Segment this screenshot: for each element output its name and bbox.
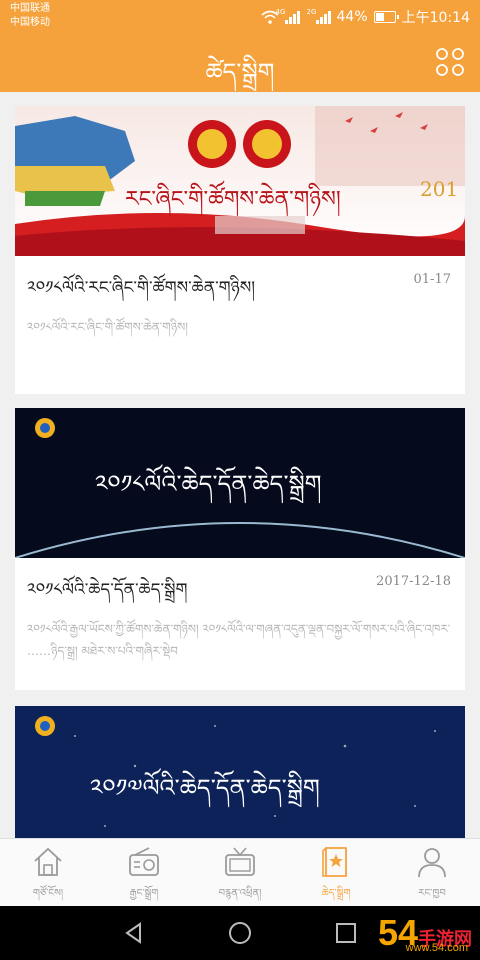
article-date: 01-17 bbox=[413, 272, 451, 287]
article-banner[interactable]: ༢༠༡༧ལོའི་ཆེད་དོན་ཆེད་སྒྲིག bbox=[15, 706, 465, 838]
grid-menu-icon[interactable] bbox=[434, 46, 466, 78]
battery-percent: 44% bbox=[336, 9, 368, 25]
carrier-1: 中国联通 bbox=[10, 3, 50, 14]
bottom-nav: གཙོ་ངོས། རྒྱང་སྒྲོག བརྙན་འཕྲིན། ཆེད་སྒྲི… bbox=[0, 838, 480, 907]
article-card[interactable]: རང་ཞིང་གི་ཚོགས་ཆེན་གཉིས། 201 ༢༠༡༨ལོའི་རང… bbox=[15, 106, 465, 394]
article-date: 2017-12-18 bbox=[376, 574, 451, 589]
article-title[interactable]: ༢༠༡༨ལོའི་རང་ཞིང་གི་ཚོགས་ཆེན་གཉིས། bbox=[27, 268, 255, 316]
article-card[interactable]: ༢༠༡༨ལོའི་ཆེད་དོན་ཆེད་སྒྲིག ༢༠༡༨ལོའི་ཆེད་… bbox=[15, 408, 465, 690]
signal-1-icon: 4G bbox=[276, 8, 300, 24]
nav-item-special[interactable]: ཆེད་སྒྲིག bbox=[288, 839, 384, 907]
article-summary: ༢༠༡༨ལོའི་རྒྱལ་ཡོངས་ཀྱི་ཚོགས་ཆེན་གཉིས། ༢༠… bbox=[27, 622, 451, 658]
article-title[interactable]: ༢༠༡༨ལོའི་ཆེད་དོན་ཆེད་སྒྲིག bbox=[27, 570, 188, 618]
status-bar: 中国联通 中国移动 4G 2G 44% 上午10:14 bbox=[0, 0, 480, 34]
home-circle-icon[interactable] bbox=[228, 921, 252, 945]
battery-icon bbox=[373, 11, 399, 23]
system-nav-bar: 54手游网 www.54.com bbox=[0, 906, 480, 960]
banner-year: 201 bbox=[420, 177, 458, 201]
user-icon bbox=[418, 848, 446, 878]
home-icon bbox=[34, 847, 62, 876]
article-banner[interactable]: རང་ཞིང་གི་ཚོགས་ཆེན་གཉིས། 201 bbox=[15, 106, 465, 256]
nav-item-radio[interactable]: རྒྱང་སྒྲོག bbox=[96, 839, 192, 907]
status-icons: 4G 2G 44% 上午10:14 bbox=[260, 7, 470, 27]
radio-icon bbox=[129, 847, 159, 876]
carrier-2: 中国移动 bbox=[10, 17, 50, 28]
signal-2-icon: 2G bbox=[307, 8, 331, 24]
article-card[interactable]: ༢༠༡༧ལོའི་ཆེད་དོན་ཆེད་སྒྲིག bbox=[15, 706, 465, 838]
article-banner[interactable]: ༢༠༡༨ལོའི་ཆེད་དོན་ཆེད་སྒྲིག bbox=[15, 408, 465, 558]
watermark-logo: 54手游网 www.54.com bbox=[377, 912, 472, 954]
tv-icon bbox=[225, 847, 255, 876]
recent-apps-icon[interactable] bbox=[334, 921, 358, 945]
clock: 上午10:14 bbox=[401, 10, 470, 26]
carrier-info: 中国联通 中国移动 bbox=[10, 2, 50, 30]
nav-item-home[interactable]: གཙོ་ངོས། bbox=[0, 839, 96, 907]
star-book-icon bbox=[322, 847, 347, 877]
nav-item-tv[interactable]: བརྙན་འཕྲིན། bbox=[192, 839, 288, 907]
nav-item-profile[interactable]: རང་ཁྱབ bbox=[384, 839, 480, 907]
article-summary: ༢༠༡༨ལོའི་རང་ཞིང་གི་ཚོགས་ཆེན་གཉིས། bbox=[27, 320, 188, 334]
back-icon[interactable] bbox=[122, 921, 146, 945]
app-header: ཚེད་སྒྲིག bbox=[0, 34, 480, 92]
article-list[interactable]: རང་ཞིང་གི་ཚོགས་ཆེན་གཉིས། 201 ༢༠༡༨ལོའི་རང… bbox=[0, 92, 480, 838]
